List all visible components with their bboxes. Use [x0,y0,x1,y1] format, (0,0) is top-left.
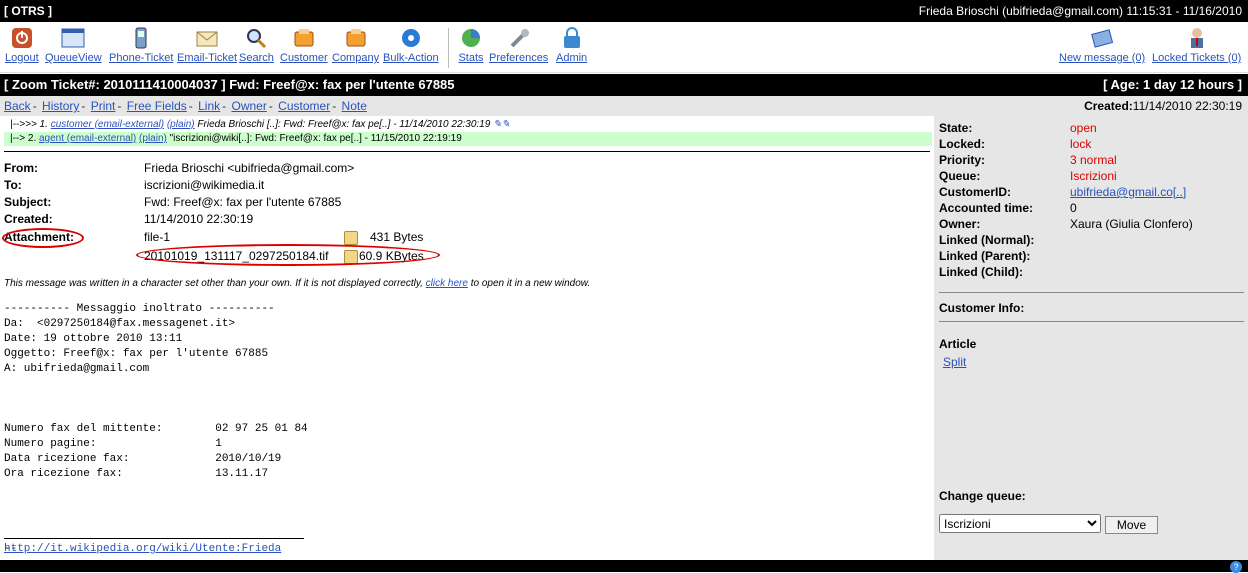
action-nav: Back - History - Print - Free Fields - Link -… [0,96,1248,116]
power-icon [11,28,32,48]
note-link[interactable]: Note [342,99,367,113]
article-label: Article [939,337,977,351]
divider [939,292,1244,293]
queueview-button[interactable]: QueueView [45,26,102,64]
body-line: Numero fax del mittente: 02 97 25 01 84 [4,423,308,435]
body-line [4,392,308,407]
admin-button[interactable]: Admin [556,26,587,64]
gear-icon [401,29,420,47]
lock-icon [563,27,580,48]
agent-icon [1190,28,1203,48]
logout-button[interactable]: Logout [5,26,39,64]
queue-select[interactable]: Iscrizioni [939,514,1101,533]
divider [4,151,930,152]
preferences-button[interactable]: Preferences [489,26,548,64]
pie-chart-icon [462,29,480,47]
split-link[interactable]: Split [943,355,966,369]
window-icon [61,28,85,48]
click-here-link[interactable]: click here [426,278,468,289]
app-title: [ OTRS ] [4,4,52,18]
wiki-link[interactable]: http://it.wikipedia.org/wiki/Utente:Frie… [4,543,281,555]
message-body: ---------- Messaggio inoltrato ---------… [4,302,308,557]
user-info: Frieda Brioschi (ubifrieda@gmail.com) 11… [918,4,1242,18]
ticket-info-sidebar: State: open Locked: lock Priority: 3 nor… [934,116,1248,560]
body-line [4,527,308,542]
wrench-icon [510,29,529,48]
phone-icon [135,27,147,49]
print-link[interactable]: Print [91,99,116,113]
article-thread: |-->>> 1. customer (email-external) (pla… [4,118,932,148]
search-icon [247,29,267,49]
state-value: open [1070,121,1097,135]
ticket-age: [ Age: 1 day 12 hours ] [1103,77,1242,92]
customer-link[interactable]: Customer [278,99,330,113]
thread-row[interactable]: |-->>> 1. customer (email-external) (pla… [4,118,932,132]
search-button[interactable]: Search [239,26,274,64]
toolbar-separator [448,28,449,68]
customer-button[interactable]: Customer [280,26,328,64]
customer-icon [294,29,314,47]
footer-bar: ? [0,560,1248,573]
new-message-icon [1091,29,1114,48]
body-line: Ora ricezione fax: 13.11.17 [4,468,269,480]
body-line: ---------- Messaggio inoltrato ---------… [4,303,275,315]
body-line: Oggetto: Freef@x: fax per l'utente 67885 [4,348,269,360]
thread-row-selected[interactable]: |--> 2. agent (email-external) (plain) "… [4,132,932,146]
body-line: Data ricezione fax: 2010/10/19 [4,453,282,465]
new-message-button[interactable]: New message (0) [1059,26,1145,64]
body-line: Numero pagine: 1 [4,438,222,450]
email-ticket-button[interactable]: Email-Ticket [177,26,237,64]
history-link[interactable]: History [42,99,79,113]
toolbar: Logout QueueView Phone-Ticket Email-Tick… [0,22,1248,73]
phone-ticket-button[interactable]: Phone-Ticket [109,26,173,64]
ticket-title-bar: [ Zoom Ticket#: 2010111410004037 ] Fwd: … [0,74,1248,96]
created-info: Created:11/14/2010 22:30:19 [1084,99,1242,113]
customerid-link[interactable]: ubifrieda@gmail.co[..] [1070,185,1186,199]
divider [939,321,1244,322]
company-icon [346,29,366,47]
title-bar: [ OTRS ] Frieda Brioschi (ubifrieda@gmai… [0,0,1248,22]
link-link[interactable]: Link [198,99,220,113]
free-fields-link[interactable]: Free Fields [127,99,187,113]
owner-link[interactable]: Owner [231,99,266,113]
signature: http://it.wikipedia.org/wiki/Utente:Frie… [4,543,281,555]
move-button[interactable]: Move [1105,516,1158,534]
action-links: Back - History - Print - Free Fields - Link -… [4,99,367,113]
ticket-title: [ Zoom Ticket#: 2010111410004037 ] Fwd: … [4,77,455,92]
body-line: Da: <0297250184@fax.messagenet.it> [4,318,236,330]
locked-tickets-button[interactable]: Locked Tickets (0) [1152,26,1241,64]
body-line [4,407,308,422]
article-pane: |-->>> 1. customer (email-external) (pla… [0,116,934,560]
envelope-icon [196,31,218,47]
highlight-oval [2,228,84,248]
body-line [4,512,308,527]
body-line: Date: 19 ottobre 2010 13:11 [4,333,183,345]
charset-note: This message was written in a character … [4,278,591,289]
body-line [4,497,308,512]
customer-info-label: Customer Info: [939,301,1025,315]
back-link[interactable]: Back [4,99,31,113]
stats-button[interactable]: Stats [458,26,484,64]
pencil-icon[interactable]: ✎✎ [493,119,510,130]
signature-divider [4,538,304,539]
body-line: A: ubifrieda@gmail.com [4,363,150,375]
attachment-file-1[interactable]: file-1 [144,230,170,244]
body-line [4,482,308,497]
attachment-size: 431 Bytes [370,230,424,244]
body-line [4,377,308,392]
attachment-icon[interactable] [344,230,358,245]
highlight-oval [136,244,440,266]
help-icon[interactable]: ? [1230,561,1242,573]
bulk-action-button[interactable]: Bulk-Action [383,26,439,64]
change-queue-label: Change queue: [939,489,1026,503]
company-button[interactable]: Company [332,26,379,64]
